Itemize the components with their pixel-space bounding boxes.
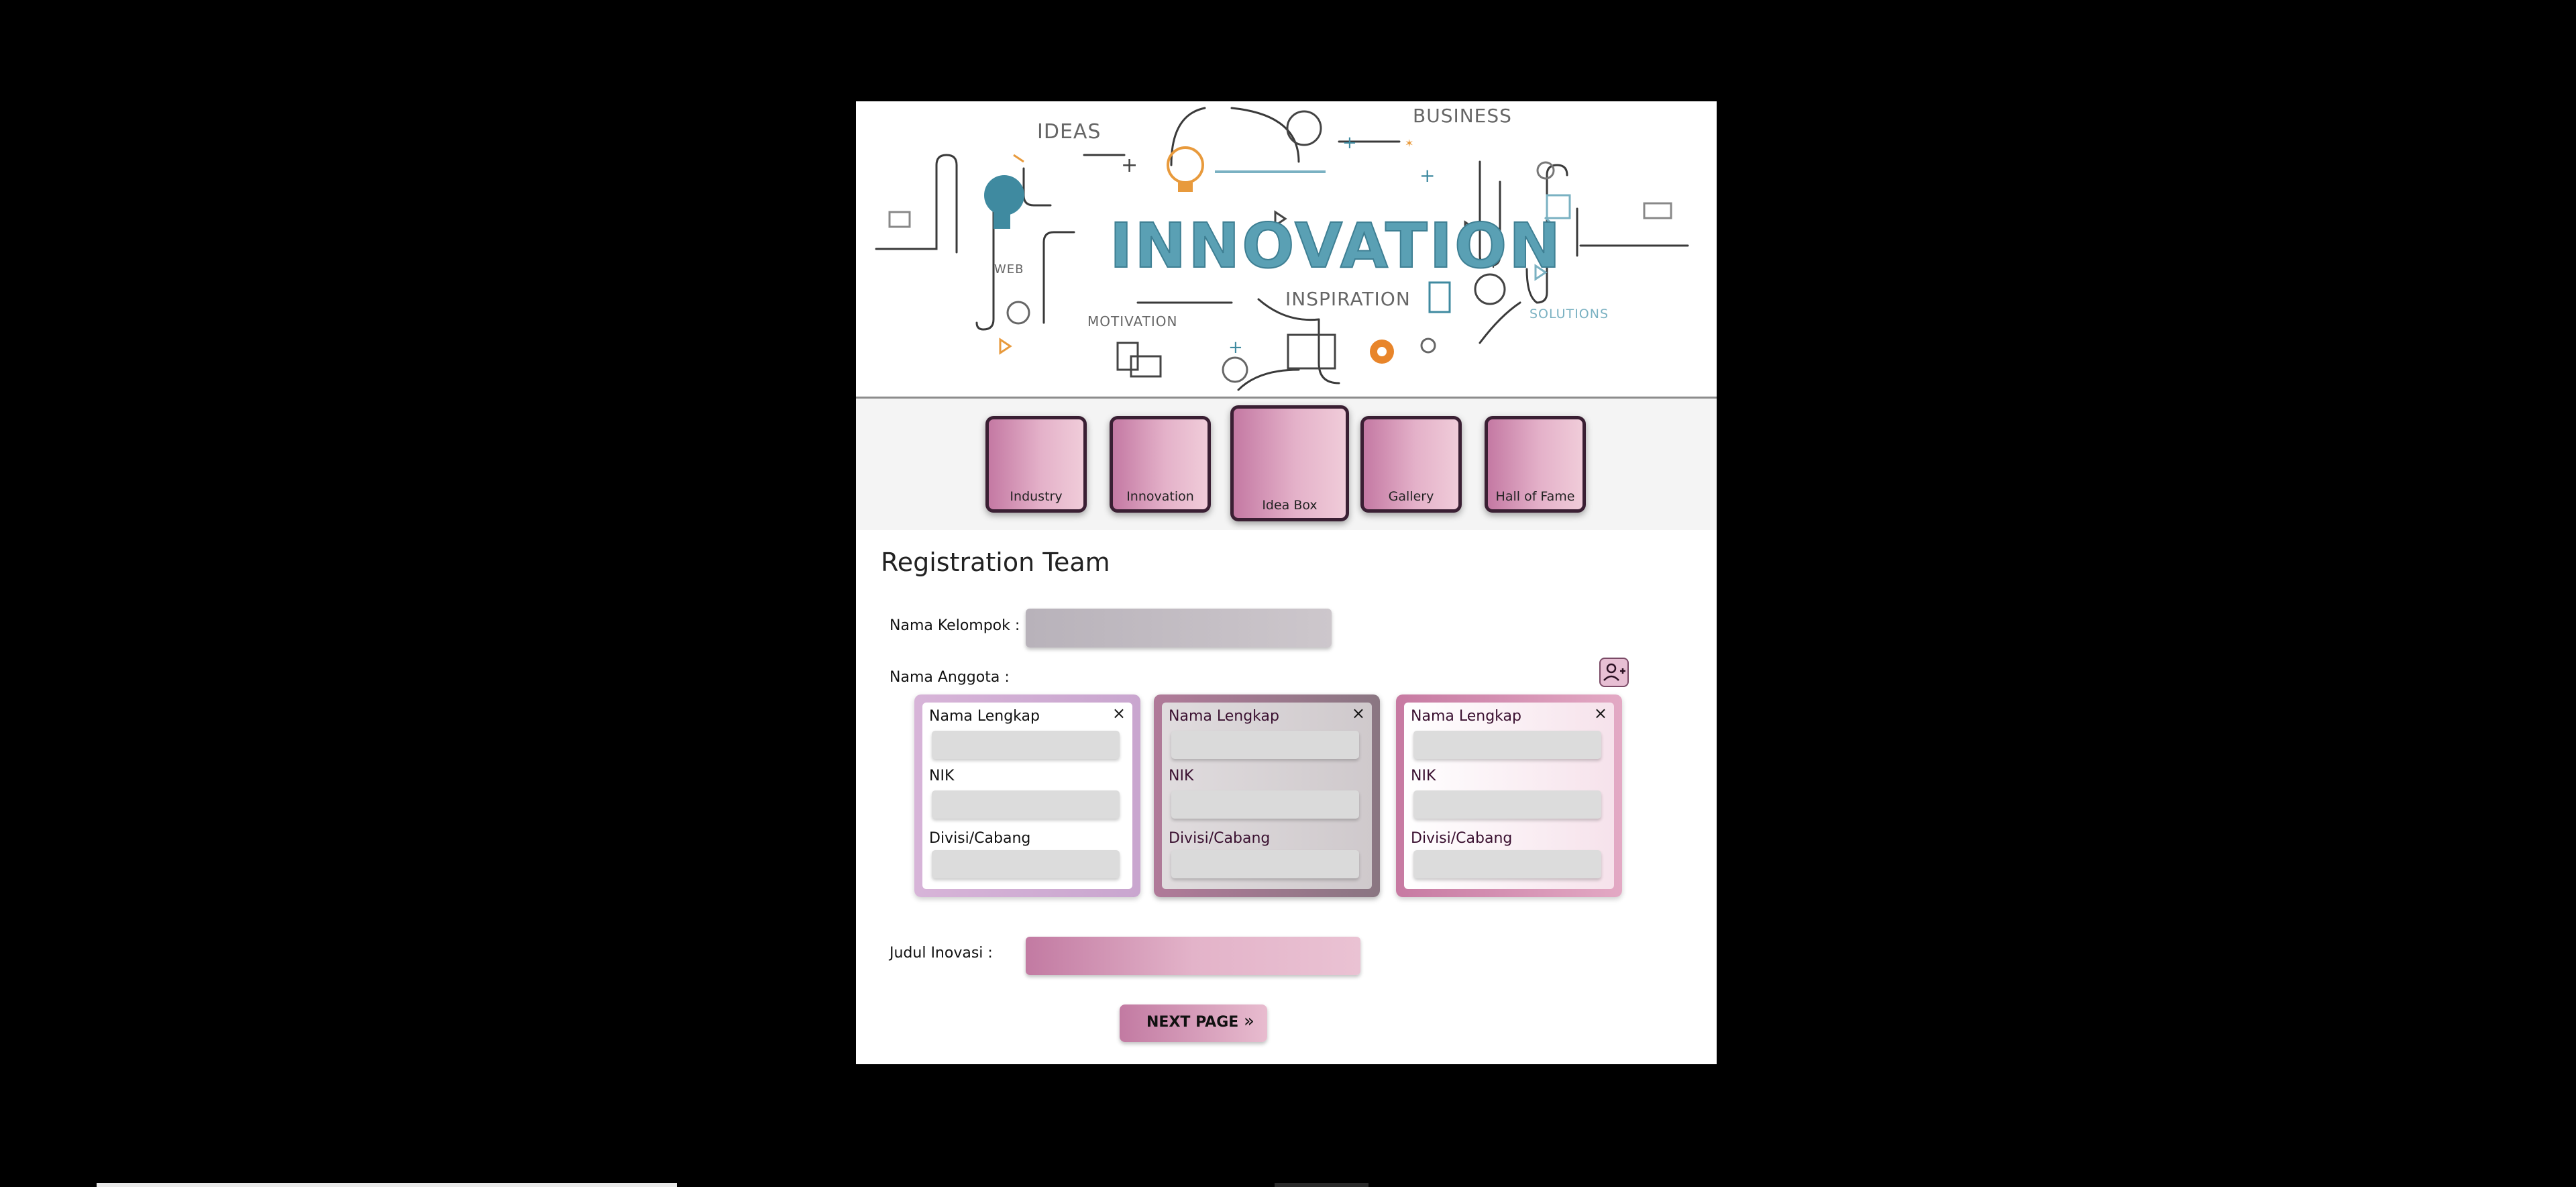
nav-tile-gallery[interactable]: Gallery: [1360, 416, 1462, 513]
divisi-label: Divisi/Cabang: [929, 830, 1031, 847]
banner-word: SOLUTIONS: [1529, 307, 1609, 321]
nama-lengkap-input[interactable]: [1413, 731, 1601, 759]
banner-word: IDEAS: [1037, 120, 1102, 144]
nama-lengkap-label: Nama Lengkap: [929, 708, 1040, 725]
nama-lengkap-label: Nama Lengkap: [1169, 708, 1279, 725]
nik-input[interactable]: [1413, 790, 1601, 819]
close-icon[interactable]: ×: [1112, 704, 1126, 723]
nama-kelompok-label: Nama Kelompok :: [890, 617, 1020, 634]
member-card-body: × Nama Lengkap NIK Divisi/Cabang: [1404, 703, 1614, 889]
member-card: × Nama Lengkap NIK Divisi/Cabang: [1396, 694, 1622, 897]
nav-tile-idea-box[interactable]: Idea Box: [1230, 405, 1349, 521]
page-title: Registration Team: [881, 548, 1110, 577]
nik-label: NIK: [1169, 768, 1194, 784]
nik-label: NIK: [929, 768, 955, 784]
nav-tile-label: Hall of Fame: [1495, 489, 1575, 504]
banner-title: INNOVATION: [1109, 209, 1563, 282]
member-card-body: × Nama Lengkap NIK Divisi/Cabang: [1162, 703, 1372, 889]
banner-word: WEB: [994, 262, 1024, 276]
close-icon[interactable]: ×: [1352, 704, 1365, 723]
nik-input[interactable]: [1171, 790, 1359, 819]
banner-word: MOTIVATION: [1087, 313, 1178, 329]
close-icon[interactable]: ×: [1594, 704, 1607, 723]
nav-tile-innovation[interactable]: Innovation: [1110, 416, 1211, 513]
nama-anggota-label: Nama Anggota :: [890, 669, 1010, 686]
nav-tile-label: Idea Box: [1262, 498, 1318, 513]
next-page-button[interactable]: NEXT PAGE »: [1120, 1004, 1267, 1042]
nik-label: NIK: [1411, 768, 1436, 784]
app-page: ✶ + + + + + IDEAS BUSINESS WEB MOTIVATIO…: [856, 101, 1717, 1064]
taskbar-strip: [1275, 1183, 1368, 1187]
divisi-label: Divisi/Cabang: [1169, 830, 1271, 847]
nav-tile-hall-of-fame[interactable]: Hall of Fame: [1485, 416, 1586, 513]
divisi-label: Divisi/Cabang: [1411, 830, 1513, 847]
next-page-label: NEXT PAGE: [1146, 1014, 1239, 1031]
add-member-button[interactable]: [1599, 658, 1629, 687]
nama-kelompok-input[interactable]: [1026, 609, 1332, 648]
nama-lengkap-label: Nama Lengkap: [1411, 708, 1521, 725]
nav-tile-label: Industry: [1010, 489, 1063, 504]
nama-lengkap-input[interactable]: [1171, 731, 1359, 759]
innovation-banner: ✶ + + + + + IDEAS BUSINESS WEB MOTIVATIO…: [856, 101, 1717, 399]
chevrons-right-icon: »: [1244, 1011, 1254, 1031]
nav-tile-label: Innovation: [1126, 489, 1194, 504]
nik-input[interactable]: [932, 790, 1120, 819]
add-user-icon: [1603, 663, 1625, 681]
nav-tile-label: Gallery: [1388, 489, 1434, 504]
svg-text:+: +: [1419, 164, 1435, 187]
nav-tile-industry[interactable]: Industry: [985, 416, 1087, 513]
banner-word: BUSINESS: [1413, 105, 1512, 127]
divisi-input[interactable]: [1171, 850, 1359, 878]
svg-text:+: +: [1342, 133, 1357, 153]
svg-text:+: +: [1228, 338, 1243, 358]
member-card-body: × Nama Lengkap NIK Divisi/Cabang: [922, 703, 1132, 889]
svg-text:✶: ✶: [1405, 137, 1413, 150]
member-card: × Nama Lengkap NIK Divisi/Cabang: [1154, 694, 1380, 897]
judul-inovasi-input[interactable]: [1026, 937, 1360, 975]
member-card: × Nama Lengkap NIK Divisi/Cabang: [914, 694, 1140, 897]
divisi-input[interactable]: [932, 850, 1120, 878]
divisi-input[interactable]: [1413, 850, 1601, 878]
svg-text:+: +: [1121, 154, 1138, 177]
banner-word: INSPIRATION: [1285, 288, 1411, 310]
nav-bar: Industry Innovation Idea Box Gallery Hal…: [856, 399, 1717, 530]
nama-lengkap-input[interactable]: [932, 731, 1120, 759]
taskbar-strip: [97, 1183, 677, 1187]
judul-inovasi-label: Judul Inovasi :: [890, 945, 993, 962]
